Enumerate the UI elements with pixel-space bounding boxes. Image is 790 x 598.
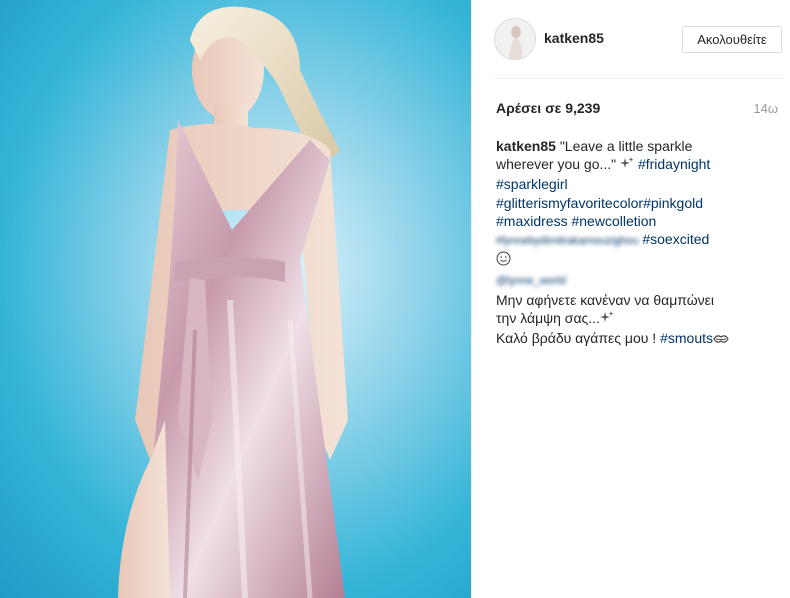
- caption-line-7: [496, 250, 778, 270]
- blurred-hashtag[interactable]: #lynnebydimitrakamouzighou: [496, 235, 638, 247]
- smiley-icon: [496, 251, 511, 270]
- caption-line-6: #lynnebydimitrakamouzighou #soexcited: [496, 230, 778, 250]
- caption-text-2: wherever you go...": [496, 156, 617, 173]
- caption-line-1: katken85 "Leave a little sparkle: [496, 137, 778, 155]
- avatar[interactable]: [494, 18, 536, 60]
- sparkles-icon: [620, 157, 634, 175]
- caption-username[interactable]: katken85: [496, 138, 556, 154]
- post-photo[interactable]: [0, 0, 471, 598]
- post-header: katken85 Ακολουθείτε: [494, 18, 784, 62]
- caption-line-2: wherever you go..." #fridaynight: [496, 155, 778, 175]
- caption-greek-2: την λάμψη σας...: [496, 309, 600, 326]
- hashtag-maxidress[interactable]: #maxidress: [496, 213, 568, 229]
- caption-line-8: @lynne_world: [496, 270, 778, 290]
- kiss-icon: [713, 331, 729, 349]
- caption-line-11: Καλό βράδυ αγάπες μου ! #smouts: [496, 329, 778, 349]
- hashtag-smouts[interactable]: #smouts: [660, 330, 713, 346]
- caption-line-10: την λάμψη σας...: [496, 309, 778, 329]
- following-button[interactable]: Ακολουθείτε: [682, 26, 782, 53]
- hashtag-soexcited[interactable]: #soexcited: [642, 231, 709, 247]
- hashtag-glitterismyfavoritecolor[interactable]: #glitterismyfavoritecolor: [496, 195, 643, 211]
- sparkles-icon: [599, 310, 614, 329]
- caption-greek-1: Μην αφήνετε κανέναν να θαμπώνει: [496, 291, 715, 308]
- hashtag-sparklegirl[interactable]: #sparklegirl: [496, 176, 568, 192]
- post-sidebar: katken85 Ακολουθείτε Αρέσει σε 9,239 14ω…: [471, 0, 790, 598]
- post-timestamp[interactable]: 14ω: [753, 101, 778, 116]
- hashtag-pinkgold[interactable]: #pinkgold: [643, 195, 703, 211]
- avatar-image: [495, 19, 535, 59]
- username[interactable]: katken85: [544, 30, 604, 46]
- caption-line-3: #sparklegirl: [496, 175, 778, 193]
- likes-count[interactable]: Αρέσει σε 9,239: [496, 100, 600, 116]
- caption-greek-3: Καλό βράδυ αγάπες μου !: [496, 330, 657, 347]
- caption-line-5: #maxidress #newcolletion: [496, 212, 778, 230]
- caption-line-4: #glitterismyfavoritecolor#pinkgold: [496, 194, 778, 212]
- hashtag-fridaynight[interactable]: #fridaynight: [638, 156, 710, 172]
- blurred-mention[interactable]: @lynne_world: [496, 275, 566, 287]
- photo-illustration: [118, 6, 348, 598]
- caption-line-9: Μην αφήνετε κανέναν να θαμπώνει: [496, 291, 778, 309]
- header-divider: [494, 78, 784, 79]
- post-caption: katken85 "Leave a little sparkle whereve…: [496, 137, 778, 349]
- hashtag-newcolletion[interactable]: #newcolletion: [571, 213, 656, 229]
- caption-text-1: "Leave a little sparkle: [559, 138, 693, 154]
